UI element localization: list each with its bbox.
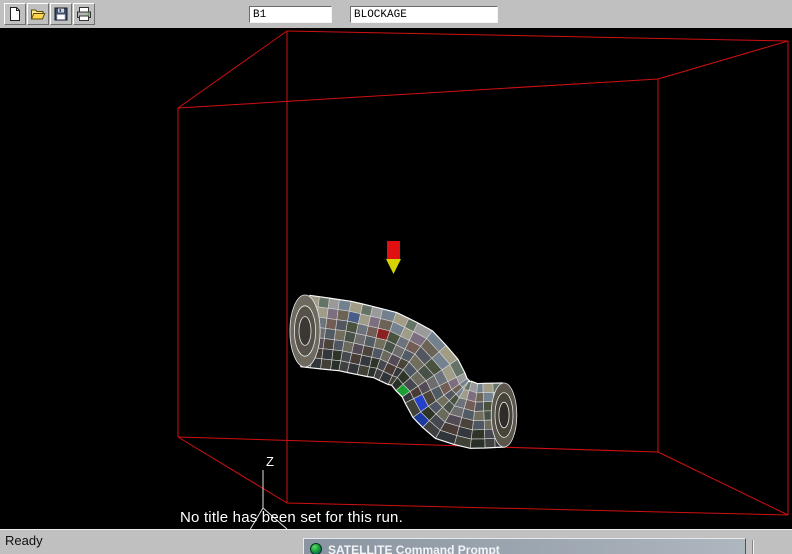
- application-window: Z No title has been set for this run. Re…: [0, 0, 792, 554]
- print-button[interactable]: [73, 3, 95, 25]
- svg-text:Z: Z: [266, 454, 274, 469]
- satellite-icon: [310, 543, 322, 554]
- run-title-text: No title has been set for this run.: [180, 509, 403, 526]
- taskbar-tray-divider: [752, 540, 754, 554]
- taskbar-button-label: SATELLITE Command Prompt: [328, 543, 500, 554]
- save-file-button[interactable]: [50, 3, 72, 25]
- viewport-3d[interactable]: Z No title has been set for this run.: [0, 28, 792, 529]
- status-text: Ready: [5, 533, 43, 548]
- scene-canvas[interactable]: Z: [0, 28, 792, 529]
- object-name-input[interactable]: [249, 6, 332, 23]
- new-document-icon: [7, 6, 23, 22]
- save-floppy-icon: [53, 6, 69, 22]
- open-folder-icon: [30, 6, 46, 22]
- new-file-button[interactable]: [4, 3, 26, 25]
- taskbar-button-satellite[interactable]: SATELLITE Command Prompt: [303, 538, 746, 554]
- open-file-button[interactable]: [27, 3, 49, 25]
- printer-icon: [76, 6, 92, 22]
- pipe-mesh-object[interactable]: [290, 295, 517, 448]
- probe-marker[interactable]: [386, 241, 401, 274]
- toolbar: [0, 0, 792, 28]
- object-type-input[interactable]: [350, 6, 498, 23]
